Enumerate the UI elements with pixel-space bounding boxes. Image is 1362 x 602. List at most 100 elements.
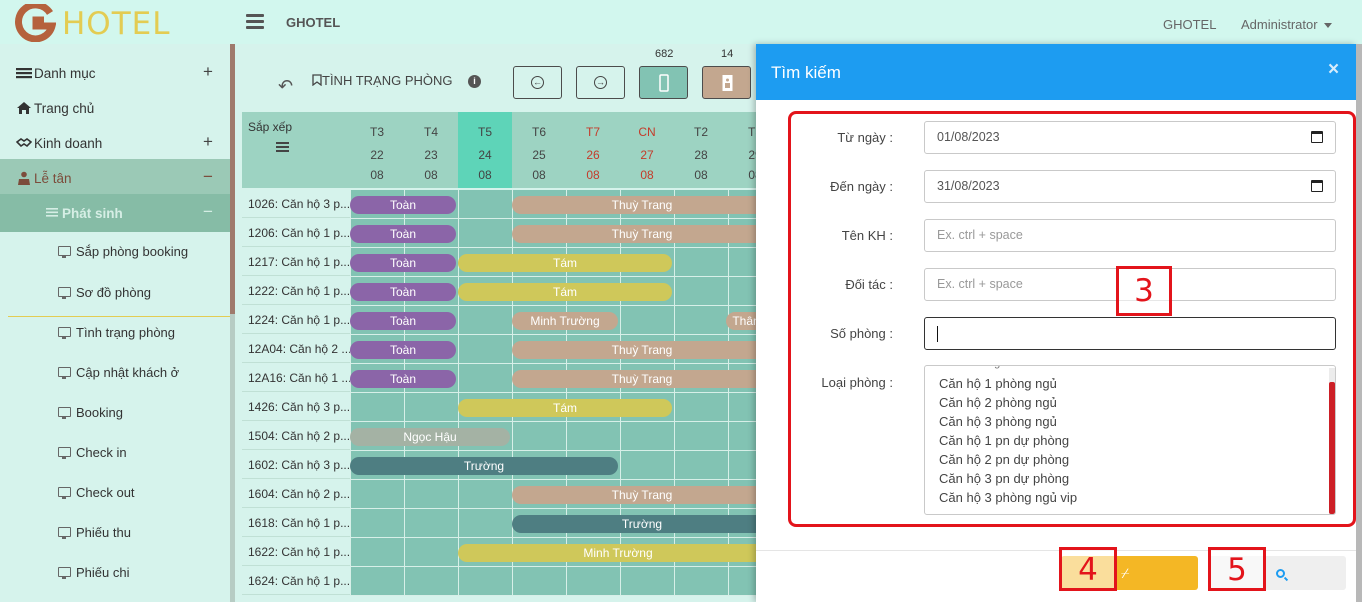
booking-bar[interactable]: Thuỳ Trang bbox=[512, 196, 756, 214]
room-day-cells[interactable]: Toàn Thuỳ Trang bbox=[350, 364, 756, 393]
booking-bar[interactable]: Minh Trường bbox=[458, 544, 756, 562]
sidebar-scrollbar[interactable] bbox=[230, 44, 235, 602]
sidebar-item-phieu-chi[interactable]: Phiếu chi bbox=[0, 553, 230, 593]
info-icon[interactable]: i bbox=[468, 75, 481, 88]
room-day-cells[interactable]: Tám bbox=[350, 393, 756, 422]
room-label[interactable]: 1224: Căn hộ 1 p... bbox=[242, 306, 350, 334]
room-day-cells[interactable]: Toàn Minh Trường Thân bbox=[350, 306, 756, 335]
room-type-listbox[interactable]: ---------Trống--------- Căn hộ 1 phòng ng… bbox=[924, 365, 1336, 515]
room-label[interactable]: 12A16: Căn hộ 1 ... bbox=[242, 364, 350, 392]
room-label[interactable]: 1026: Căn hộ 3 p... bbox=[242, 190, 350, 218]
app-logo[interactable]: HOTEL bbox=[14, 4, 174, 42]
room-label[interactable]: 1602: Căn hộ 3 p... bbox=[242, 451, 350, 479]
back-arrow-icon[interactable]: ↶ bbox=[278, 76, 293, 97]
room-label[interactable]: 1604: Căn hộ 2 p... bbox=[242, 480, 350, 508]
to-date-field[interactable]: 31/08/2023 bbox=[924, 170, 1336, 203]
booking-bar[interactable]: Trường bbox=[512, 515, 756, 533]
room-label[interactable]: 1206: Căn hộ 1 p... bbox=[242, 219, 350, 247]
room-day-cells[interactable]: Toàn Tám bbox=[350, 277, 756, 306]
room-label[interactable]: 1622: Căn hộ 1 p... bbox=[242, 538, 350, 566]
booking-bar[interactable]: Toàn bbox=[350, 341, 456, 359]
room-day-cells[interactable]: Ngọc Hậu bbox=[350, 422, 756, 451]
sidebar-item-cap-nhat-khach-o[interactable]: Cập nhật khách ở bbox=[0, 353, 230, 393]
sort-list-icon[interactable] bbox=[276, 142, 289, 153]
booking-bar[interactable]: Thuỳ Trang bbox=[512, 225, 756, 243]
booking-bar[interactable]: Toàn bbox=[350, 312, 456, 330]
expand-icon[interactable]: + bbox=[203, 62, 213, 82]
sidebar-item-danh-muc[interactable]: Danh mục + bbox=[0, 54, 230, 89]
booking-bar[interactable]: Thuỳ Trang bbox=[512, 486, 756, 504]
room-day-cells[interactable]: Thuỳ Trang bbox=[350, 480, 756, 509]
room-day-cells[interactable]: Trường bbox=[350, 509, 756, 538]
booking-bar[interactable]: Thuỳ Trang bbox=[512, 341, 756, 359]
page-scrollbar[interactable] bbox=[1356, 44, 1362, 602]
room-type-option[interactable]: ---------Trống--------- bbox=[939, 366, 1033, 369]
scrollbar-thumb[interactable] bbox=[1329, 382, 1335, 514]
room-day-cells[interactable] bbox=[350, 567, 756, 596]
room-type-option[interactable]: Căn hộ 1 phòng ngủ bbox=[939, 376, 1057, 391]
room-label[interactable]: 12A04: Căn hộ 2 ... bbox=[242, 335, 350, 363]
sidebar-item-check-in[interactable]: Check in bbox=[0, 433, 230, 473]
all-rooms-button[interactable] bbox=[639, 66, 688, 99]
booking-bar[interactable]: Toàn bbox=[350, 254, 456, 272]
calendar-icon[interactable] bbox=[1311, 180, 1323, 192]
booking-bar[interactable]: Ngọc Hậu bbox=[350, 428, 510, 446]
room-type-option[interactable]: Căn hộ 3 phòng ngủ vip bbox=[939, 490, 1077, 505]
room-type-option[interactable]: Căn hộ 2 pn dự phòng bbox=[939, 452, 1069, 467]
booking-bar[interactable]: Thuỳ Trang bbox=[512, 370, 756, 388]
room-label[interactable]: 1222: Căn hộ 1 p... bbox=[242, 277, 350, 305]
sidebar-item-check-out[interactable]: Check out bbox=[0, 473, 230, 513]
booking-bar[interactable]: Toàn bbox=[350, 196, 456, 214]
scrollbar-thumb[interactable] bbox=[230, 44, 235, 314]
booking-bar[interactable]: Tám bbox=[458, 399, 672, 417]
expand-icon[interactable]: + bbox=[203, 132, 213, 152]
sidebar-item-le-tan[interactable]: Lễ tân − bbox=[0, 159, 230, 194]
room-day-cells[interactable]: Toàn Tám bbox=[350, 248, 756, 277]
room-label[interactable]: 1217: Căn hộ 1 p... bbox=[242, 248, 350, 276]
sidebar-item-kinh-doanh[interactable]: Kinh doanh + bbox=[0, 124, 230, 159]
sidebar-item-phat-sinh[interactable]: Phát sinh − bbox=[0, 194, 230, 232]
room-label[interactable]: 1504: Căn hộ 2 p... bbox=[242, 422, 350, 450]
from-date-field[interactable]: 01/08/2023 bbox=[924, 121, 1336, 154]
calendar-icon[interactable] bbox=[1311, 131, 1323, 143]
prev-period-button[interactable]: ← bbox=[513, 66, 562, 99]
room-day-cells[interactable]: Trường bbox=[350, 451, 756, 480]
booking-bar[interactable]: Minh Trường bbox=[512, 312, 618, 330]
booking-bar[interactable]: Tám bbox=[458, 254, 672, 272]
collapse-icon[interactable]: − bbox=[203, 167, 213, 187]
room-day-cells[interactable]: Toàn Thuỳ Trang bbox=[350, 190, 756, 219]
sidebar-item-so-do-phong[interactable]: Sơ đồ phòng bbox=[0, 273, 230, 313]
hamburger-menu-icon[interactable] bbox=[246, 14, 264, 30]
collapse-icon[interactable]: − bbox=[203, 202, 213, 222]
user-menu[interactable]: Administrator bbox=[1241, 17, 1332, 32]
room-label[interactable]: 1624: Căn hộ 1 p... bbox=[242, 567, 350, 595]
booking-bar[interactable]: Toàn bbox=[350, 370, 456, 388]
booking-bar[interactable]: Toàn bbox=[350, 283, 456, 301]
customer-name-field[interactable]: Ex. ctrl + space bbox=[924, 219, 1336, 252]
room-type-option[interactable]: Căn hộ 1 pn dự phòng bbox=[939, 433, 1069, 448]
occupied-rooms-button[interactable] bbox=[702, 66, 751, 99]
booking-bar[interactable]: Trường bbox=[350, 457, 618, 475]
sidebar-item-trang-chu[interactable]: Trang chủ bbox=[0, 89, 230, 124]
booking-bar[interactable]: Tám bbox=[458, 283, 672, 301]
room-type-option[interactable]: Căn hộ 2 phòng ngủ bbox=[939, 395, 1057, 410]
room-day-cells[interactable]: Minh Trường bbox=[350, 538, 756, 567]
room-day-cells[interactable]: Toàn Thuỳ Trang bbox=[350, 219, 756, 248]
sort-label: Sắp xếp bbox=[248, 120, 293, 134]
top-right-brand[interactable]: GHOTEL bbox=[1163, 17, 1216, 32]
next-period-button[interactable]: → bbox=[576, 66, 625, 99]
sidebar-item-booking[interactable]: Booking bbox=[0, 393, 230, 433]
room-number-field[interactable] bbox=[924, 317, 1336, 350]
room-label[interactable]: 1618: Căn hộ 1 p... bbox=[242, 509, 350, 537]
booking-bar[interactable]: Thân bbox=[726, 312, 756, 330]
room-type-option[interactable]: Căn hộ 3 phòng ngủ bbox=[939, 414, 1057, 429]
room-day-cells[interactable]: Toàn Thuỳ Trang bbox=[350, 335, 756, 364]
room-type-option[interactable]: Căn hộ 3 pn dự phòng bbox=[939, 471, 1069, 486]
sidebar-item-phieu-thu[interactable]: Phiếu thu bbox=[0, 513, 230, 553]
close-icon[interactable]: × bbox=[1328, 59, 1339, 81]
sidebar-item-sap-phong-booking[interactable]: Sắp phòng booking bbox=[0, 232, 230, 272]
room-label[interactable]: 1426: Căn hộ 3 p... bbox=[242, 393, 350, 421]
sidebar-item-tinh-trang-phong[interactable]: Tình trạng phòng bbox=[0, 313, 230, 353]
listbox-scrollbar[interactable] bbox=[1329, 368, 1335, 514]
booking-bar[interactable]: Toàn bbox=[350, 225, 456, 243]
